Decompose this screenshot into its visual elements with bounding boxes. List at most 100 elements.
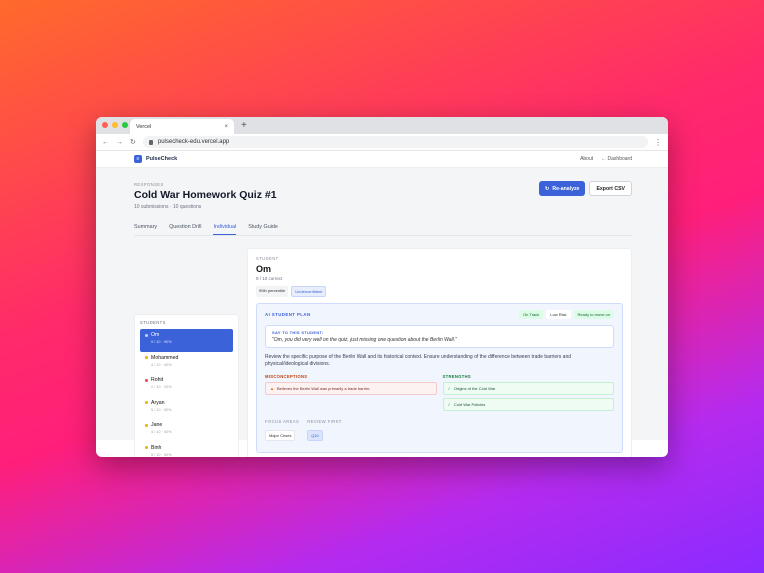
address-bar[interactable]: pulsecheck-edu.vercel.app [142, 136, 648, 148]
student-item-name: Om [145, 332, 228, 338]
forward-icon[interactable]: → [116, 139, 123, 146]
review-text: Review the specific purpose of the Berli… [265, 354, 572, 367]
student-item-label: Om [151, 332, 160, 338]
percentile-tag: 90th percentile [256, 286, 289, 297]
plan-header: AI STUDENT PLAN On Track Low Risk Ready … [265, 310, 614, 319]
reload-icon[interactable]: ↻ [130, 138, 136, 146]
student-item-name: Rohit [145, 377, 228, 383]
review-first: REVIEW FIRST Q10 [307, 419, 342, 442]
strength-text: Cold War Policies [453, 402, 486, 407]
focus-chip: Major Crises [265, 430, 296, 441]
plan-badges: On Track Low Risk Ready to move on [519, 310, 614, 319]
student-item-label: Jane [151, 422, 163, 428]
back-icon[interactable]: ← [102, 139, 109, 146]
focus-areas-label: FOCUS AREAS [265, 419, 300, 424]
plan-columns: MISCONCEPTIONS ▲ Believes the Berlin Wal… [265, 374, 614, 411]
url-bar: ← → ↻ pulsecheck-edu.vercel.app ⋮ [96, 134, 668, 151]
page-actions: ↻ Re-analyze Export CSV [538, 181, 632, 196]
tab-question-drill[interactable]: Question Drill [169, 224, 201, 235]
ready-badge: Ready to move on [573, 310, 614, 319]
url-text: pulsecheck-edu.vercel.app [157, 139, 230, 145]
student-item-score: 5 / 10 · 50% [151, 407, 172, 412]
student-item-score: 2 / 10 · 20% [151, 385, 172, 389]
check-icon: ✓ [447, 402, 451, 407]
tab-summary[interactable]: Summary [134, 224, 157, 235]
student-item[interactable]: Binh 5 / 10 · 50% [140, 442, 233, 458]
window-controls [102, 122, 128, 128]
new-tab-button[interactable]: + [241, 120, 247, 131]
export-csv-button[interactable]: Export CSV [589, 181, 632, 196]
strength-text: Origins of the Cold War [453, 386, 496, 391]
misconceptions-label: MISCONCEPTIONS [265, 374, 308, 379]
status-dot-icon [145, 423, 148, 427]
ai-student-plan: AI STUDENT PLAN On Track Low Risk Ready … [256, 303, 623, 453]
students-sidebar: STUDENTS Om 9 / 10 · 90% Mohammed 4 / 10 · … [134, 314, 239, 457]
brand-name: PulseCheck [146, 156, 178, 162]
student-item-name: Jane [145, 422, 228, 428]
strength-item: ✓ Cold War Policies [442, 398, 614, 411]
student-item-name: Binh [145, 445, 228, 451]
reanalyze-label: Re-analyze [552, 185, 580, 192]
risk-badge: Low Risk [546, 310, 571, 319]
strengths-column: STRENGTHS ✓ Origins of the Cold War ✓ Co… [442, 374, 614, 411]
confidence-tag: Underconfident [291, 286, 327, 297]
student-item-score: 9 / 10 · 90% [151, 340, 172, 344]
on-track-badge: On Track [519, 310, 544, 319]
review-first-label: REVIEW FIRST [307, 419, 342, 424]
status-dot-icon [145, 401, 148, 404]
tab-individual[interactable]: Individual [213, 224, 237, 235]
say-text: "Om, you did very well on the quiz, just… [272, 337, 457, 343]
review-first-chip[interactable]: Q10 [307, 430, 323, 441]
brand[interactable]: ≡ PulseCheck [134, 155, 177, 163]
status-dot-icon [145, 333, 148, 337]
check-icon: ✓ [447, 386, 451, 391]
student-item-label: Rohit [151, 377, 164, 383]
student-label: STUDENT [256, 256, 279, 261]
tab-bar: Vercel × + [96, 117, 668, 134]
minimize-window-button[interactable] [112, 122, 118, 128]
close-window-button[interactable] [102, 122, 108, 128]
student-item-label: Binh [151, 444, 162, 451]
student-tags: 90th percentile Underconfident [256, 286, 623, 297]
reanalyze-button[interactable]: ↻ Re-analyze [538, 181, 586, 196]
student-item[interactable]: Mohammed 4 / 10 · 40% [140, 352, 233, 375]
close-tab-icon[interactable]: × [224, 124, 228, 130]
misconception-text: Believes the Berlin Wall was primarily a… [276, 386, 371, 391]
header-links: About ← Dashboard [580, 156, 632, 162]
tab-title: Vercel [136, 123, 152, 130]
student-item-name: Mohammed [145, 355, 228, 361]
tab-study-guide[interactable]: Study Guide [248, 224, 278, 235]
focus-areas: FOCUS AREAS Major Crises [265, 419, 299, 442]
view-tabs: Summary Question Drill Individual Study … [134, 224, 632, 236]
refresh-icon: ↻ [544, 185, 550, 192]
student-item-score: 5 / 10 · 50% [151, 452, 172, 457]
maximize-window-button[interactable] [122, 122, 128, 128]
browser-window: Vercel × + ← → ↻ pulsecheck-edu.vercel.a… [96, 117, 668, 457]
about-link[interactable]: About [580, 156, 593, 162]
browser-tab[interactable]: Vercel × [130, 119, 234, 134]
student-name: Om [256, 264, 272, 274]
misconceptions-column: MISCONCEPTIONS ▲ Believes the Berlin Wal… [265, 374, 437, 411]
students-title: STUDENTS [140, 320, 166, 325]
student-item[interactable]: Om 9 / 10 · 90% [140, 329, 233, 352]
student-list: Om 9 / 10 · 90% Mohammed 4 / 10 · 40% Rohit 2… [140, 329, 233, 457]
student-item[interactable]: Aryan 5 / 10 · 50% [140, 397, 233, 420]
site-header: ≡ PulseCheck About ← Dashboard [96, 151, 668, 168]
focus-row: FOCUS AREAS Major Crises REVIEW FIRST Q1… [265, 419, 614, 442]
warning-icon: ▲ [270, 386, 274, 391]
dashboard-link[interactable]: ← Dashboard [601, 156, 632, 162]
page-subtitle: 10 submissions · 10 questions [134, 204, 202, 210]
plan-title: AI STUDENT PLAN [265, 312, 311, 317]
browser-menu-icon[interactable]: ⋮ [654, 138, 662, 147]
student-item-name: Aryan [145, 400, 228, 406]
student-item-score: 4 / 10 · 40% [151, 362, 172, 367]
lock-icon [148, 139, 153, 145]
say-to-student-box: SAY TO THIS STUDENT: "Om, you did very w… [265, 325, 614, 348]
brand-logo-icon: ≡ [134, 155, 142, 163]
student-item[interactable]: Jane 4 / 10 · 40% [140, 419, 233, 442]
strength-item: ✓ Origins of the Cold War [442, 382, 614, 395]
student-item-label: Aryan [151, 399, 165, 406]
status-dot-icon [145, 446, 148, 449]
student-item[interactable]: Rohit 2 / 10 · 20% [140, 374, 233, 397]
student-score: 9 / 10 correct [256, 276, 283, 281]
